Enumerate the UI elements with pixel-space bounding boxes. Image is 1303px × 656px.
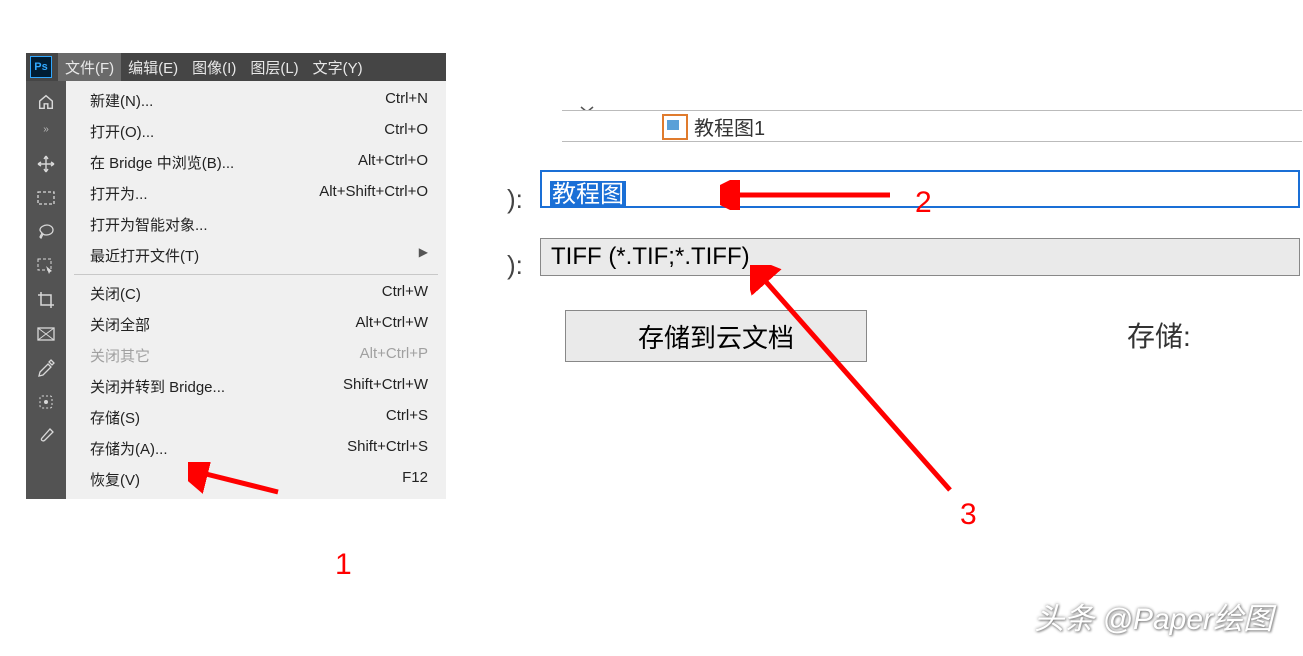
menu-label: 关闭其它 — [90, 345, 150, 366]
menu-label: 最近打开文件(T) — [90, 245, 199, 266]
menu-label: 关闭并转到 Bridge... — [90, 376, 225, 397]
object-select-tool-icon[interactable] — [32, 252, 60, 280]
menu-open-recent[interactable]: 最近打开文件(T) ▶ — [66, 240, 446, 271]
annotation-number-2: 2 — [915, 186, 932, 220]
menu-shortcut: Ctrl+O — [384, 121, 428, 142]
crop-tool-icon[interactable] — [32, 286, 60, 314]
menu-open[interactable]: 打开(O)... Ctrl+O — [66, 116, 446, 147]
menu-separator — [74, 274, 438, 275]
file-entry[interactable]: 教程图1 — [662, 112, 765, 141]
watermark: 头条 @Paper绘图 — [1034, 594, 1273, 638]
app-logo: Ps — [30, 56, 52, 78]
menu-label: 在 Bridge 中浏览(B)... — [90, 152, 234, 173]
brush-tool-icon[interactable] — [32, 422, 60, 450]
save-options-label: 存储: — [1127, 315, 1191, 355]
menu-close-bridge[interactable]: 关闭并转到 Bridge... Shift+Ctrl+W — [66, 371, 446, 402]
menu-shortcut: Alt+Ctrl+W — [355, 314, 428, 335]
menu-layer[interactable]: 图层(L) — [243, 53, 305, 81]
menu-shortcut: F12 — [402, 469, 428, 490]
menu-revert[interactable]: 恢复(V) F12 — [66, 464, 446, 495]
frame-tool-icon[interactable] — [32, 320, 60, 348]
save-to-cloud-button[interactable]: 存储到云文档 — [565, 310, 867, 362]
menu-close[interactable]: 关闭(C) Ctrl+W — [66, 278, 446, 309]
file-menu-dropdown: 新建(N)... Ctrl+N 打开(O)... Ctrl+O 在 Bridge 中… — [66, 81, 446, 499]
format-select[interactable]: TIFF (*.TIF;*.TIFF) — [540, 238, 1300, 276]
menubar: Ps 文件(F) 编辑(E) 图像(I) 图层(L) 文字(Y) — [26, 53, 446, 81]
toolbar: » — [26, 81, 66, 499]
annotation-arrow-3 — [750, 265, 970, 505]
cloud-button-label: 存储到云文档 — [638, 318, 794, 355]
menu-shortcut: Ctrl+W — [382, 283, 428, 304]
menu-label: 打开为... — [90, 183, 148, 204]
menu-shortcut: Shift+Ctrl+W — [343, 376, 428, 397]
menu-close-others: 关闭其它 Alt+Ctrl+P — [66, 340, 446, 371]
menu-save[interactable]: 存储(S) Ctrl+S — [66, 402, 446, 433]
menu-label: 存储为(A)... — [90, 438, 168, 459]
eyedropper-tool-icon[interactable] — [32, 354, 60, 382]
healing-tool-icon[interactable] — [32, 388, 60, 416]
annotation-number-3: 3 — [960, 498, 977, 532]
menu-edit[interactable]: 编辑(E) — [121, 53, 185, 81]
menu-shortcut: Alt+Shift+Ctrl+O — [319, 183, 428, 204]
menu-file[interactable]: 文件(F) — [58, 53, 121, 81]
file-entry-name: 教程图1 — [694, 112, 765, 141]
menu-shortcut: Ctrl+N — [385, 90, 428, 111]
marquee-tool-icon[interactable] — [32, 184, 60, 212]
menu-shortcut: Shift+Ctrl+S — [347, 438, 428, 459]
menu-shortcut: Alt+Ctrl+P — [360, 345, 428, 366]
format-value: TIFF (*.TIF;*.TIFF) — [551, 243, 750, 271]
menu-label: 关闭全部 — [90, 314, 150, 335]
menu-open-smart[interactable]: 打开为智能对象... — [66, 209, 446, 240]
filename-label-colon: ): — [507, 184, 523, 215]
menu-label: 打开为智能对象... — [90, 214, 208, 235]
menu-label: 关闭(C) — [90, 283, 141, 304]
menu-close-all[interactable]: 关闭全部 Alt+Ctrl+W — [66, 309, 446, 340]
menu-browse-bridge[interactable]: 在 Bridge 中浏览(B)... Alt+Ctrl+O — [66, 147, 446, 178]
menu-open-as[interactable]: 打开为... Alt+Shift+Ctrl+O — [66, 178, 446, 209]
expand-toolbar[interactable]: » — [32, 122, 60, 136]
format-label-colon: ): — [507, 250, 523, 281]
image-file-icon — [662, 114, 688, 140]
home-icon[interactable] — [32, 88, 60, 116]
menu-label: 新建(N)... — [90, 90, 153, 111]
photoshop-window: Ps 文件(F) 编辑(E) 图像(I) 图层(L) 文字(Y) » — [26, 53, 446, 499]
menu-label: 存储(S) — [90, 407, 140, 428]
menu-save-as[interactable]: 存储为(A)... Shift+Ctrl+S — [66, 433, 446, 464]
annotation-number-1: 1 — [335, 548, 352, 582]
filename-value: 教程图 — [550, 181, 626, 208]
menu-shortcut: Alt+Ctrl+O — [358, 152, 428, 173]
menu-image[interactable]: 图像(I) — [185, 53, 243, 81]
move-tool-icon[interactable] — [32, 150, 60, 178]
menu-shortcut: Ctrl+S — [386, 407, 428, 428]
lasso-tool-icon[interactable] — [32, 218, 60, 246]
menu-label: 恢复(V) — [90, 469, 140, 490]
menu-new[interactable]: 新建(N)... Ctrl+N — [66, 85, 446, 116]
menu-type[interactable]: 文字(Y) — [306, 53, 370, 81]
menu-label: 打开(O)... — [90, 121, 154, 142]
submenu-arrow-icon: ▶ — [413, 245, 428, 266]
